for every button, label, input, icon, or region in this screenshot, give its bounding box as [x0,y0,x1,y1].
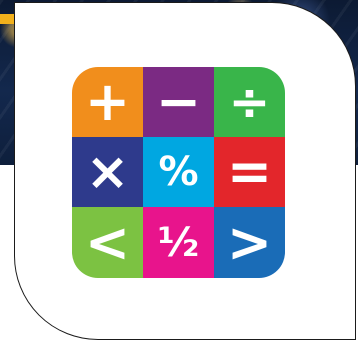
less-than-icon: < [84,210,131,274]
multiply-icon: × [85,142,130,202]
multiply-cell: × [72,137,143,207]
minus-cell: − [143,67,214,137]
one-half-icon: ½ [157,219,200,266]
greater-than-icon: > [226,210,273,274]
divide-cell: ÷ [214,67,285,137]
minus-icon: − [155,70,202,133]
less-than-cell: < [72,207,143,278]
calculator-app-icon: + − ÷ × % = < ½ > [72,67,285,278]
equals-cell: = [214,137,285,207]
plus-icon: + [84,70,131,133]
half-cell: ½ [143,207,214,278]
plus-cell: + [72,67,143,137]
percent-cell: % [143,137,214,207]
divide-icon: ÷ [228,73,271,131]
greater-than-cell: > [214,207,285,278]
percent-icon: % [158,149,199,195]
equals-icon: = [226,140,273,203]
